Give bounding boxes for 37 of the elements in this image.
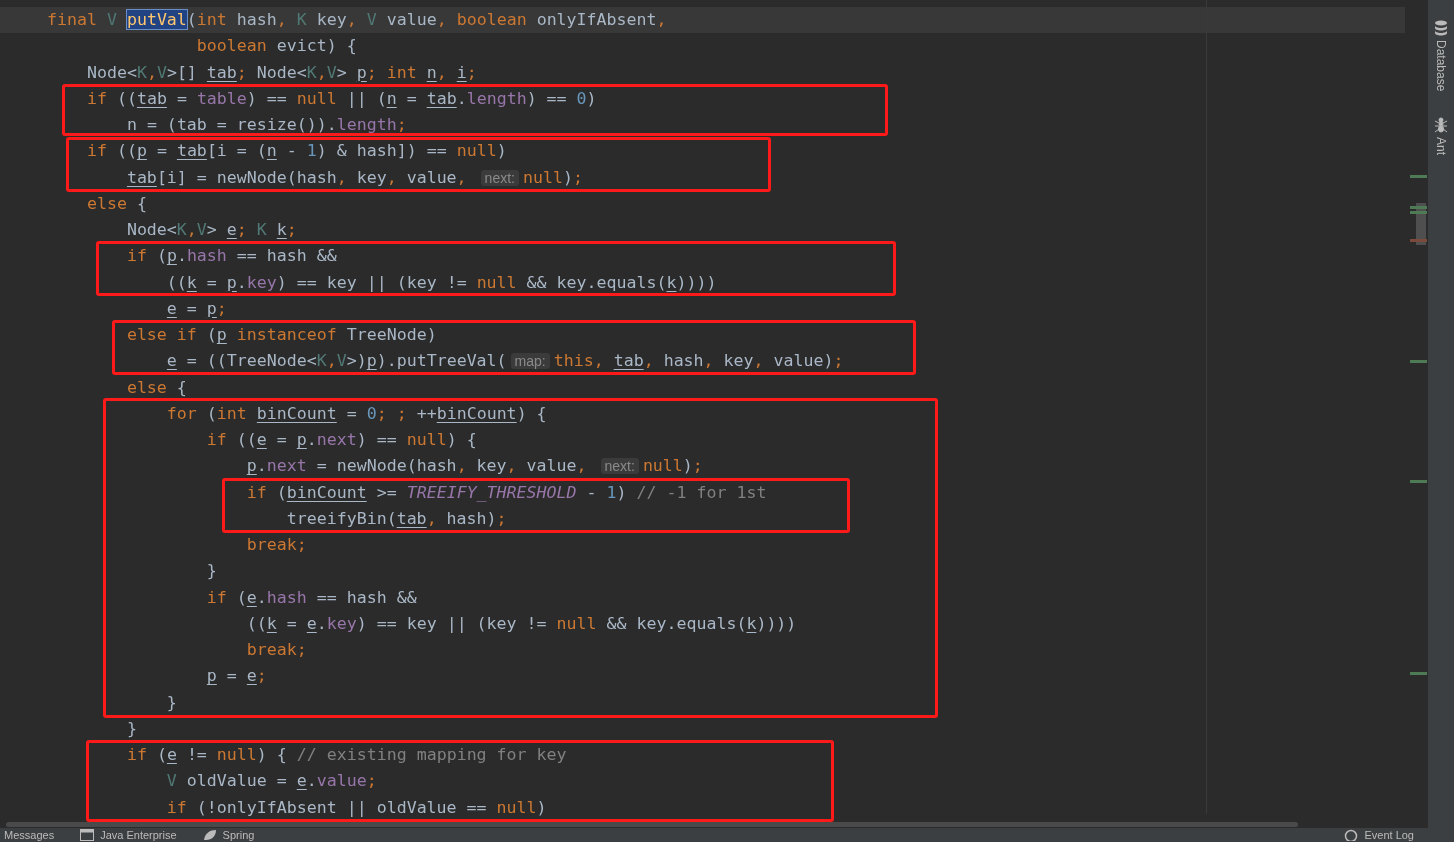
tool-window-tab[interactable]: Java Enterprise [100,828,177,842]
code-line: p.next = newNode(hash, key, value, next: null); [245,455,703,478]
code-line: if (e.hash == hash && [205,586,417,609]
code-line: final V putVal(int hash, K key, V value, boolean onlyIfAbsent, [45,9,667,31]
code-line: Node<K,V>[] tab; Node<K,V> p; int n, i; [85,61,477,84]
code-line: } [125,717,137,740]
code-line: else if (p instanceof TreeNode) [125,324,437,346]
code-line: boolean evict) { [195,35,357,58]
code-line: if ((p = tab[i = (n - 1) & hash]) == null) [85,140,507,163]
code-line: if ((tab = table) == null || (n = tab.length) == 0) [85,87,597,110]
tool-window-tab[interactable]: Database [1434,40,1448,92]
code-line: else { [125,376,187,399]
code-line: break; [245,639,307,661]
tool-window-tab[interactable]: Spring [222,828,255,842]
code-line: e = ((TreeNode<K,V>)p).putTreeVal( map: this, tab, hash, key, value); [165,350,844,373]
tool-window-tab[interactable]: Ant [1434,137,1448,156]
code-line: ((k = e.key) == key || (key != null && key.equals(k)))) [245,612,797,635]
code-line: } [205,560,217,583]
tool-window-tab[interactable]: Event Log [1364,828,1414,842]
code-line: if (!onlyIfAbsent || oldValue == null) [165,796,547,819]
code-line: treeifyBin(tab, hash); [285,507,507,530]
code-line: } [165,691,177,714]
code-line: for (int binCount = 0; ; ++binCount) { [165,402,547,425]
code-line: n = (tab = resize()).length; [125,114,407,136]
code-line: tab[i] = newNode(hash, key, value, next: null); [125,166,583,189]
code-line: else { [85,192,147,215]
code-line: V oldValue = e.value; [165,770,377,793]
tool-window-tab[interactable]: Messages [4,828,55,842]
code-line: if ((e = p.next) == null) { [205,429,477,451]
code-line: ((k = p.key) == key || (key != null && key.equals(k)))) [165,271,717,294]
code-line: Node<K,V> e; K k; [125,219,297,241]
code-line: if (e != null) { // existing mapping for key [125,744,567,766]
code-line: p = e; [205,665,267,688]
code-line: if (binCount >= TREEIFY_THRESHOLD - 1) // -1 for 1st [245,481,767,504]
code-line: break; [245,534,307,556]
code-line: if (p.hash == hash && [125,245,337,268]
code-line: e = p; [165,297,227,320]
